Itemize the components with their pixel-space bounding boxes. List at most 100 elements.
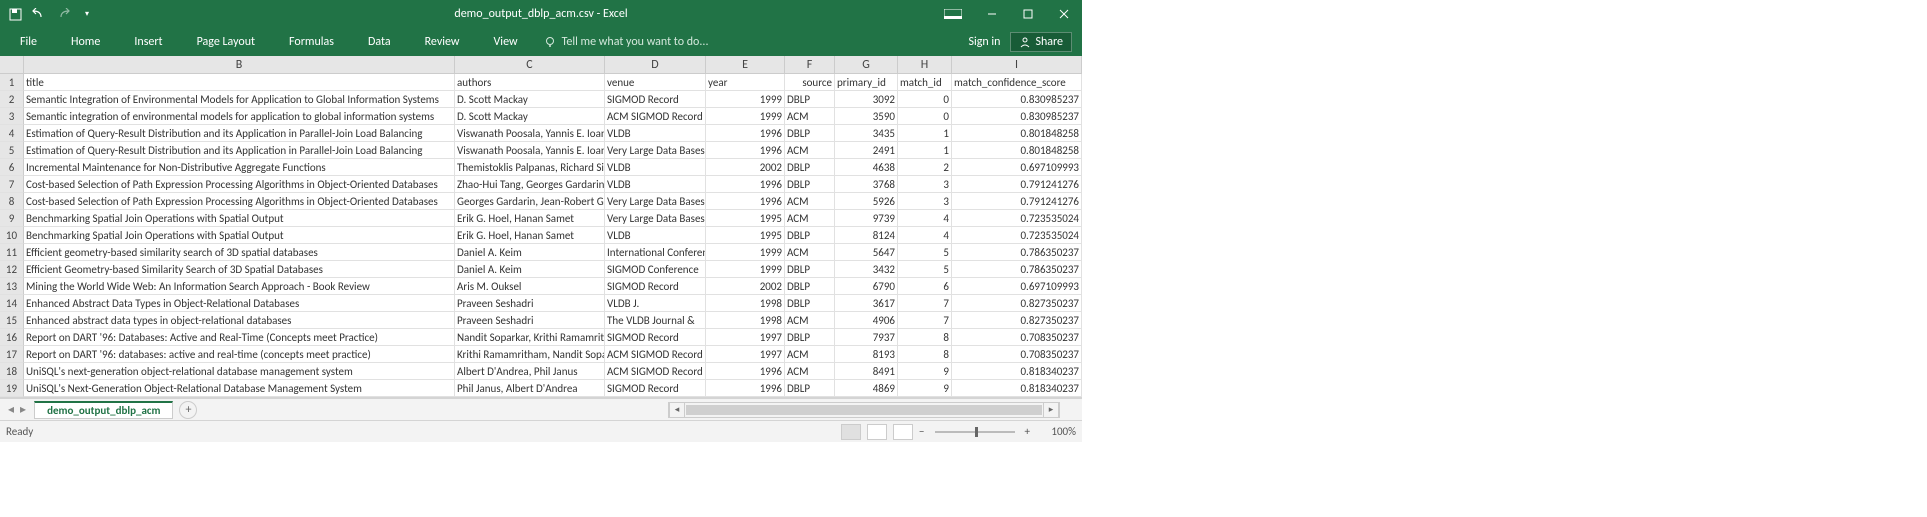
undo-icon[interactable]: [32, 7, 46, 21]
cell[interactable]: ACM: [785, 210, 835, 227]
cell[interactable]: 9: [898, 380, 952, 397]
cell[interactable]: 1999: [706, 91, 785, 108]
sheet-tab-active[interactable]: demo_output_dblp_acm: [34, 401, 173, 419]
cell[interactable]: Benchmarking Spatial Join Operations wit…: [24, 227, 455, 244]
cell[interactable]: DBLP: [785, 380, 835, 397]
cell[interactable]: 1999: [706, 244, 785, 261]
tab-view[interactable]: View: [486, 31, 526, 53]
hscroll-left-icon[interactable]: ◂: [669, 403, 685, 417]
tab-page-layout[interactable]: Page Layout: [189, 31, 263, 53]
cell[interactable]: 9739: [835, 210, 898, 227]
ribbon-options-icon[interactable]: [944, 9, 962, 19]
signin-link[interactable]: Sign in: [968, 35, 1000, 49]
header-cell[interactable]: match_id: [898, 74, 952, 91]
cell[interactable]: Erik G. Hoel, Hanan Samet: [455, 227, 605, 244]
cell[interactable]: DBLP: [785, 176, 835, 193]
cell[interactable]: 7: [898, 312, 952, 329]
zoom-in-button[interactable]: +: [1025, 425, 1030, 438]
cell[interactable]: 7: [898, 295, 952, 312]
cell[interactable]: 8193: [835, 346, 898, 363]
cell[interactable]: Themistoklis Palpanas, Richard Sidle: [455, 159, 605, 176]
cell[interactable]: ACM SIGMOD Record: [605, 346, 706, 363]
cell[interactable]: Semantic Integration of Environmental Mo…: [24, 91, 455, 108]
cell[interactable]: 1997: [706, 329, 785, 346]
cell[interactable]: 1998: [706, 295, 785, 312]
cell[interactable]: DBLP: [785, 91, 835, 108]
cell[interactable]: 0.801848258: [952, 125, 1082, 142]
cell[interactable]: 2002: [706, 278, 785, 295]
cell[interactable]: 9: [898, 363, 952, 380]
cell[interactable]: 4869: [835, 380, 898, 397]
cell[interactable]: Estimation of Query-Result Distribution …: [24, 125, 455, 142]
cell[interactable]: 7937: [835, 329, 898, 346]
cell[interactable]: Incremental Maintenance for Non-Distribu…: [24, 159, 455, 176]
col-header-G[interactable]: G: [835, 56, 898, 73]
cell[interactable]: Enhanced Abstract Data Types in Object-R…: [24, 295, 455, 312]
cell[interactable]: 5647: [835, 244, 898, 261]
cell[interactable]: Nandit Soparkar, Krithi Ramamritham: [455, 329, 605, 346]
cell[interactable]: 8: [898, 346, 952, 363]
header-cell[interactable]: title: [24, 74, 455, 91]
cell[interactable]: 1999: [706, 108, 785, 125]
maximize-icon[interactable]: [1022, 8, 1034, 20]
cell[interactable]: 3092: [835, 91, 898, 108]
cell[interactable]: 3590: [835, 108, 898, 125]
cell[interactable]: 0.791241276: [952, 193, 1082, 210]
cell[interactable]: 8124: [835, 227, 898, 244]
header-cell[interactable]: authors: [455, 74, 605, 91]
add-sheet-button[interactable]: +: [179, 401, 197, 419]
cell[interactable]: Very Large Data Bases: [605, 210, 706, 227]
hscroll-right-icon[interactable]: ▸: [1043, 403, 1059, 417]
redo-icon[interactable]: [56, 7, 70, 21]
cell[interactable]: 0.786350237: [952, 261, 1082, 278]
row-header[interactable]: 15: [0, 312, 24, 329]
cell[interactable]: UniSQL's Next-Generation Object-Relation…: [24, 380, 455, 397]
row-header[interactable]: 17: [0, 346, 24, 363]
cell[interactable]: DBLP: [785, 295, 835, 312]
cell[interactable]: 6: [898, 278, 952, 295]
cell[interactable]: 0.827350237: [952, 312, 1082, 329]
row-header[interactable]: 7: [0, 176, 24, 193]
cell[interactable]: ACM: [785, 312, 835, 329]
tell-me-search[interactable]: Tell me what you want to do...: [544, 35, 709, 49]
cell[interactable]: Phil Janus, Albert D'Andrea: [455, 380, 605, 397]
cell[interactable]: 5: [898, 244, 952, 261]
cell[interactable]: D. Scott Mackay: [455, 108, 605, 125]
cell[interactable]: Praveen Seshadri: [455, 295, 605, 312]
cell[interactable]: Viswanath Poosala, Yannis E. Ioannidis: [455, 142, 605, 159]
header-cell[interactable]: venue: [605, 74, 706, 91]
zoom-slider[interactable]: [935, 431, 1015, 433]
cell[interactable]: SIGMOD Record: [605, 380, 706, 397]
header-cell[interactable]: match_confidence_score: [952, 74, 1082, 91]
cell[interactable]: 0.791241276: [952, 176, 1082, 193]
row-header[interactable]: 9: [0, 210, 24, 227]
cell[interactable]: DBLP: [785, 261, 835, 278]
cell[interactable]: 1: [898, 142, 952, 159]
cell[interactable]: Daniel A. Keim: [455, 261, 605, 278]
tab-nav-prev-icon[interactable]: ◂: [8, 402, 14, 417]
cell[interactable]: Report on DART '96: Databases: Active an…: [24, 329, 455, 346]
cell[interactable]: SIGMOD Record: [605, 329, 706, 346]
cell[interactable]: 1996: [706, 142, 785, 159]
cell[interactable]: D. Scott Mackay: [455, 91, 605, 108]
cell[interactable]: 0.830985237: [952, 108, 1082, 125]
cell[interactable]: 0.786350237: [952, 244, 1082, 261]
close-icon[interactable]: [1058, 8, 1070, 20]
cell[interactable]: 1996: [706, 176, 785, 193]
cell[interactable]: Zhao-Hui Tang, Georges Gardarin: [455, 176, 605, 193]
cell[interactable]: Semantic integration of environmental mo…: [24, 108, 455, 125]
cell[interactable]: 1997: [706, 346, 785, 363]
cell[interactable]: ACM: [785, 193, 835, 210]
cell[interactable]: 3432: [835, 261, 898, 278]
row-header[interactable]: 1: [0, 74, 24, 91]
cell[interactable]: 4: [898, 210, 952, 227]
minimize-icon[interactable]: [986, 8, 998, 20]
cell[interactable]: ACM: [785, 363, 835, 380]
cell[interactable]: 0.818340237: [952, 363, 1082, 380]
cell[interactable]: Cost-based Selection of Path Expression …: [24, 176, 455, 193]
cell[interactable]: Report on DART '96: databases: active an…: [24, 346, 455, 363]
cell[interactable]: 1996: [706, 363, 785, 380]
share-button[interactable]: Share: [1010, 32, 1072, 52]
row-header[interactable]: 4: [0, 125, 24, 142]
cell[interactable]: ACM: [785, 142, 835, 159]
